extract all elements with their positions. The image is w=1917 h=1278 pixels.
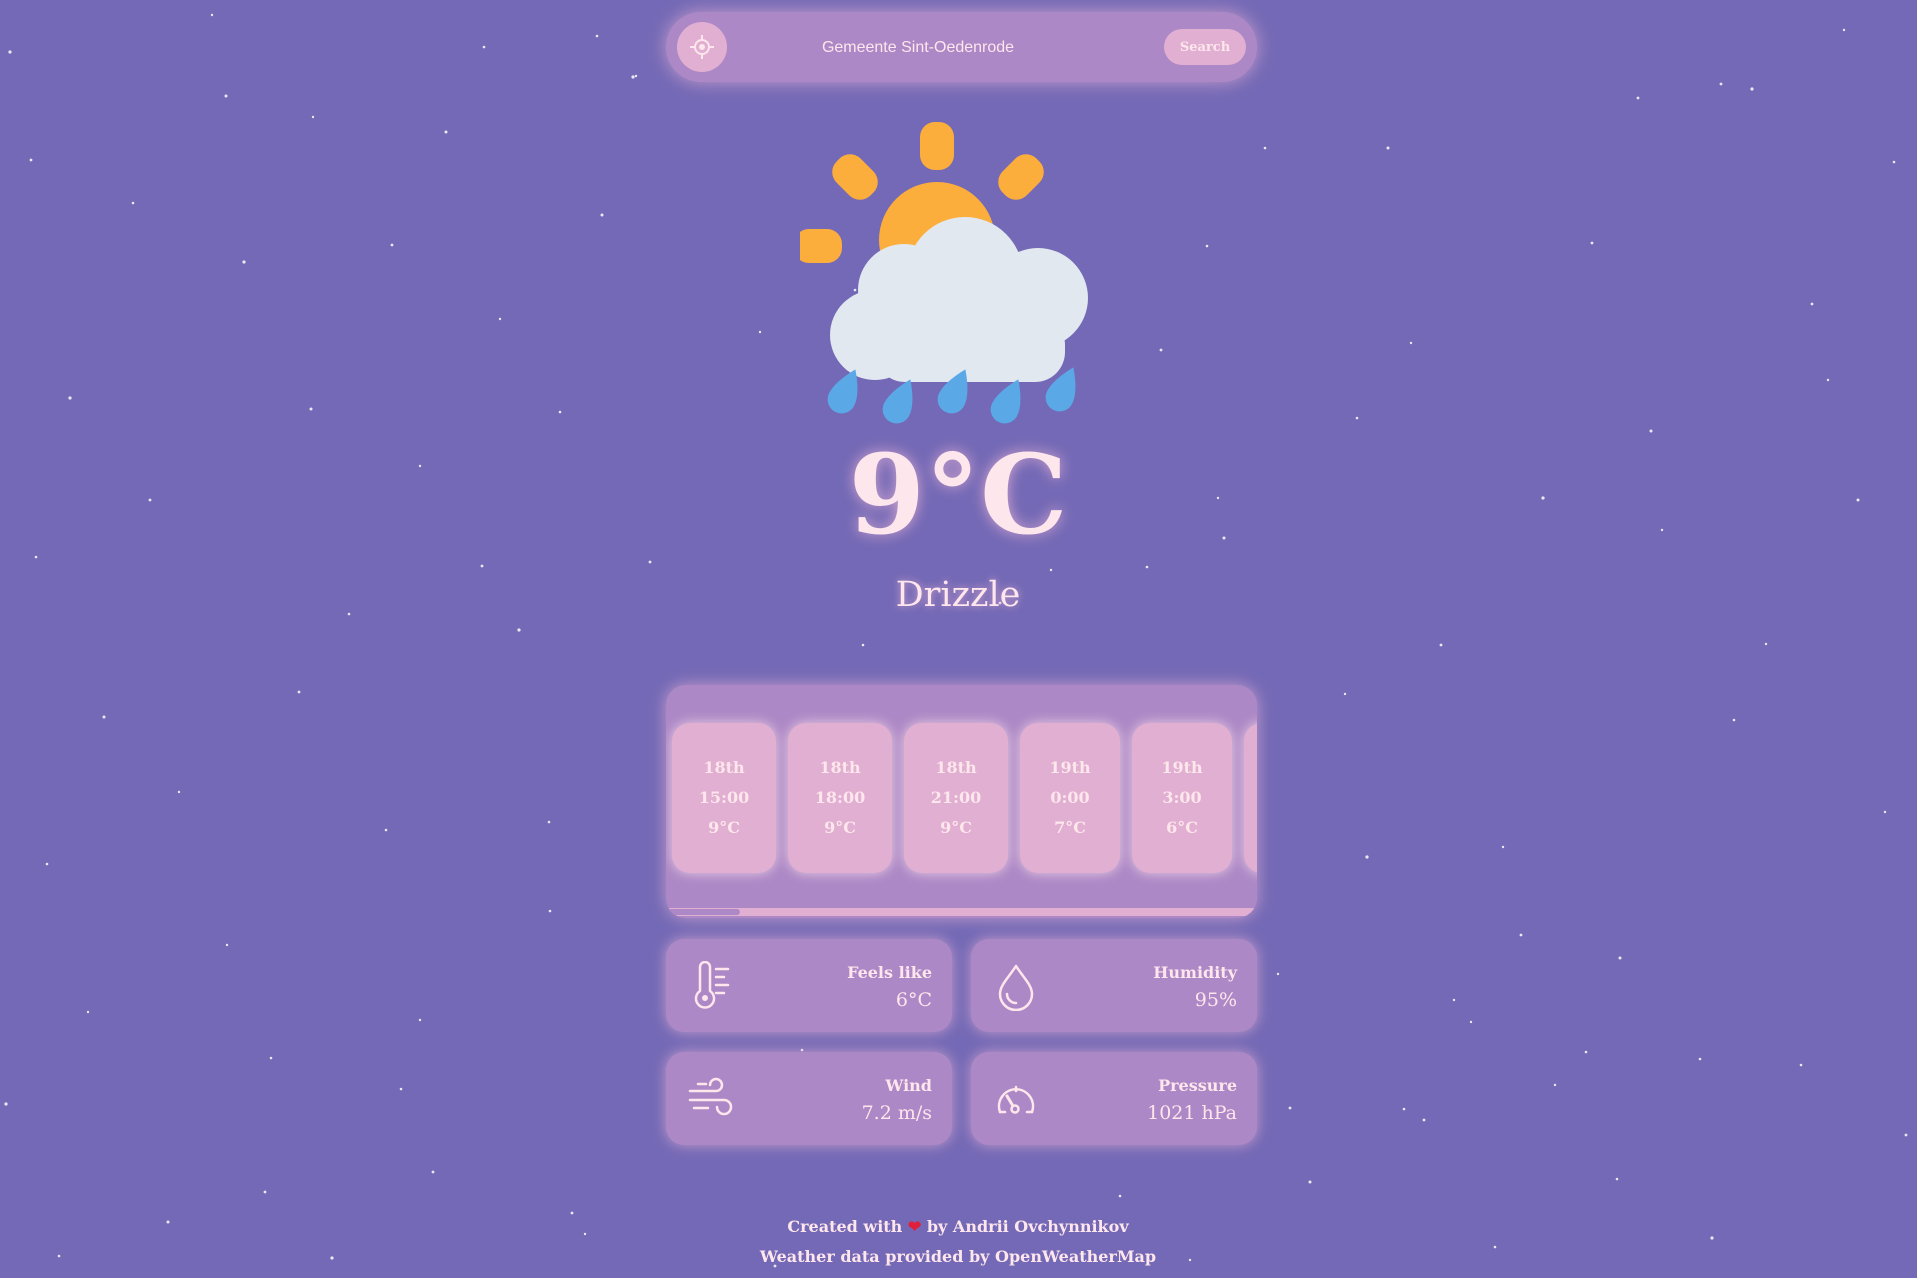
forecast-temp: 9°C [824,818,856,837]
forecast-card-partial[interactable] [1244,723,1257,873]
thermometer-icon [694,961,730,1009]
footer-credit: Created with ❤ by Andrii Ovchynnikov [658,1212,1258,1242]
forecast-time: 21:00 [930,788,982,807]
feels-like-card: Feels like 6°C [666,939,952,1032]
forecast-scrollbar-thumb[interactable] [668,909,740,915]
sun-cloud-rain-icon [800,122,1088,424]
forecast-time: 18:00 [814,788,866,807]
footer: Created with ❤ by Andrii Ovchynnikov Wea… [658,1212,1258,1272]
pressure-card: Pressure 1021 hPa [971,1052,1257,1145]
hourly-forecast-panel: 18th 15:00 9°C 18th 18:00 9°C 18th 21:00… [666,685,1257,918]
forecast-temp: 9°C [940,818,972,837]
forecast-day: 18th [935,758,977,777]
location-search-input[interactable] [746,27,1090,69]
wind-card: Wind 7.2 m/s [666,1052,952,1145]
forecast-card[interactable]: 18th 18:00 9°C [788,723,892,873]
credit-author[interactable]: by Andrii Ovchynnikov [927,1217,1129,1236]
wind-value: 7.2 m/s [861,1102,932,1124]
crosshair-icon [690,35,714,59]
forecast-time: 3:00 [1162,788,1202,807]
credit-prefix: Created with [787,1217,903,1236]
forecast-temp: 7°C [1054,818,1086,837]
footer-data-source[interactable]: Weather data provided by OpenWeatherMap [658,1242,1258,1272]
water-drop-icon [998,964,1034,1011]
current-temperature: 9°C [848,430,1068,559]
forecast-day: 19th [1049,758,1091,777]
forecast-day: 18th [819,758,861,777]
forecast-time: 0:00 [1050,788,1090,807]
locate-button[interactable] [677,22,727,72]
forecast-card[interactable]: 18th 21:00 9°C [904,723,1008,873]
humidity-label: Humidity [1153,963,1237,982]
forecast-day: 19th [1161,758,1203,777]
wind-label: Wind [885,1076,932,1095]
forecast-card[interactable]: 18th 15:00 9°C [672,723,776,873]
heart-icon: ❤ [907,1217,922,1236]
humidity-card: Humidity 95% [971,939,1257,1032]
pressure-label: Pressure [1158,1076,1237,1095]
forecast-card[interactable]: 19th 3:00 6°C [1132,723,1232,873]
forecast-temp: 6°C [1166,818,1198,837]
forecast-scrollbar[interactable] [666,908,1257,916]
search-bar: Search [666,12,1257,82]
wind-icon [688,1077,733,1116]
feels-like-label: Feels like [847,963,932,982]
pressure-value: 1021 hPa [1147,1102,1237,1124]
forecast-time: 15:00 [698,788,750,807]
feels-like-value: 6°C [895,989,932,1011]
gauge-icon [997,1085,1035,1114]
forecast-day: 18th [703,758,745,777]
humidity-value: 95% [1194,989,1237,1011]
weather-condition: Drizzle [895,575,1021,615]
forecast-card[interactable]: 19th 0:00 7°C [1020,723,1120,873]
search-button[interactable]: Search [1164,29,1246,65]
forecast-temp: 9°C [708,818,740,837]
